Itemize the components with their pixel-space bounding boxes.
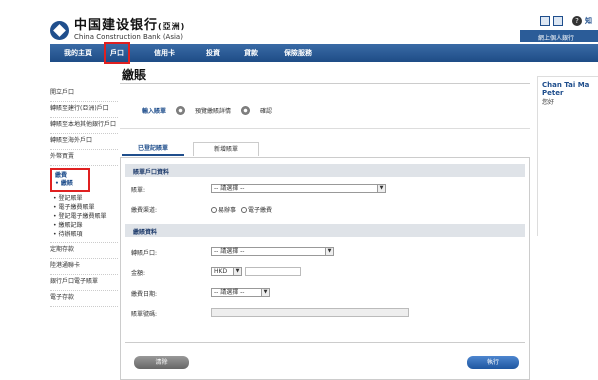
radio-e-payment[interactable] <box>240 207 247 213</box>
step-dot-icon <box>241 105 251 115</box>
step-input-bill: 輸入賬單 <box>142 107 167 115</box>
date-label: 繳費日期: <box>131 291 158 298</box>
sidebar-item-transfer-local[interactable]: 轉賬至本地其他銀行戶口 <box>50 118 118 134</box>
sidebar-payment-highlight: 繳費 • 繳賬 <box>50 168 90 192</box>
nav-credit-card[interactable]: 信用卡 <box>154 44 175 62</box>
sidebar-item-open-account[interactable]: 開立戶口 <box>50 86 118 102</box>
payment-form: 賬單戶口資料 賬單: -- 請選擇 -- ▼ 繳費渠道: 易辦事 電子繳費 繳賬… <box>120 157 530 380</box>
section-bill-account-heading: 賬單戶口資料 <box>125 164 525 177</box>
amount-label: 金額: <box>131 270 146 277</box>
account-select[interactable]: -- 請選擇 -- ▼ <box>211 247 334 256</box>
tab-new-bill[interactable]: 新增賬單 <box>193 142 259 156</box>
print-icon[interactable] <box>553 16 563 26</box>
font-size-icon[interactable] <box>540 16 550 26</box>
sidebar-item-link-card[interactable]: 陸港通聯卡 <box>50 259 118 275</box>
help-icon[interactable]: ? <box>572 16 582 26</box>
sidebar-item-transfer-ccb[interactable]: 轉賬至建行(亞洲)戶口 <box>50 102 118 118</box>
sidebar-item-e-deposit[interactable]: 電子存款 <box>50 291 118 307</box>
sidebar-item-payment-history[interactable]: 繳賬記錄 <box>50 221 118 230</box>
amount-input[interactable] <box>245 267 301 276</box>
title-divider <box>120 83 530 84</box>
currency-select-value: HKD <box>214 268 228 275</box>
radio-e-payment-label: 電子繳費 <box>247 207 272 214</box>
button-divider <box>125 342 525 343</box>
radio-eps-label: 易辦事 <box>218 207 237 214</box>
sidebar-item-e-bill[interactable]: 電子繳費賬單 <box>50 203 118 212</box>
step-dot-icon <box>176 105 186 115</box>
logo-english-name: China Construction Bank (Asia) <box>74 33 183 41</box>
channel-options: 易辦事 電子繳費 <box>211 205 272 214</box>
tab-registered-bills[interactable]: 已登記賬單 <box>122 142 184 156</box>
chevron-down-icon: ▼ <box>377 185 385 192</box>
clear-button[interactable]: 清除 <box>134 356 189 369</box>
bill-select[interactable]: -- 請選擇 -- ▼ <box>211 184 386 193</box>
bank-logo[interactable]: 中国建设银行(亞洲) China Construction Bank (Asia… <box>50 18 240 41</box>
radio-eps[interactable] <box>211 207 217 213</box>
bill-number-field <box>211 308 409 317</box>
bill-label: 賬單: <box>131 187 146 194</box>
logo-chinese-name: 中国建设银行(亞洲) <box>74 18 186 33</box>
nav-account[interactable]: 戶口 <box>104 42 130 64</box>
nav-my-home[interactable]: 我的主頁 <box>64 44 92 62</box>
chevron-down-icon: ▼ <box>261 289 269 296</box>
step-indicator: 輸入賬單 預覽繳賬詳情 確認 <box>122 96 529 124</box>
execute-button[interactable]: 執行 <box>467 356 519 369</box>
section-payment-info-heading: 繳賬資料 <box>125 224 525 237</box>
user-greeting: 您好 <box>542 99 555 106</box>
netbank-label: 網上個人銀行 <box>520 30 598 42</box>
chevron-down-icon: ▼ <box>233 268 241 275</box>
date-select-value: -- 請選擇 -- <box>214 289 245 296</box>
user-panel: Chan Tai Ma Peter 您好 <box>537 76 598 236</box>
sidebar-item-time-deposit[interactable]: 定期存款 <box>50 243 118 259</box>
step-preview: 預覽繳賬詳情 <box>195 107 232 115</box>
sidebar-item-pending[interactable]: 待辦賬項 <box>50 230 118 243</box>
sidebar-item-e-statement[interactable]: 銀行戶口電子賬單 <box>50 275 118 291</box>
top-right-tools: ? 知 <box>540 16 592 26</box>
date-select[interactable]: -- 請選擇 -- ▼ <box>211 288 270 297</box>
sidebar-item-register-bill[interactable]: 登記賬單 <box>50 194 118 203</box>
sidebar-item-transfer-overseas[interactable]: 轉賬至海外戶口 <box>50 134 118 150</box>
bill-select-value: -- 請選擇 -- <box>214 185 245 192</box>
ccb-logo-icon <box>50 20 69 40</box>
account-label: 轉賬戶口: <box>131 250 158 257</box>
user-name: Chan Tai Ma Peter <box>542 81 590 97</box>
main-nav: 我的主頁 戶口 信用卡 投資 貸款 保險服務 <box>50 42 598 64</box>
bill-number-label: 賬單號碼: <box>131 311 158 318</box>
currency-select[interactable]: HKD ▼ <box>211 267 242 276</box>
steps-divider <box>120 128 530 129</box>
nav-investment[interactable]: 投資 <box>206 44 220 62</box>
help-link[interactable]: 知 <box>585 16 592 26</box>
sidebar-item-pay-bill[interactable]: • 繳賬 <box>55 180 85 188</box>
chevron-down-icon: ▼ <box>325 248 333 255</box>
nav-loans[interactable]: 貸款 <box>244 44 258 62</box>
sidebar-item-register-e-bill[interactable]: 登記電子繳費賬單 <box>50 212 118 221</box>
step-confirm: 確認 <box>260 107 273 115</box>
sidebar-item-fx[interactable]: 外幣買賣 <box>50 150 118 166</box>
nav-insurance[interactable]: 保險服務 <box>284 44 312 62</box>
sidebar: 開立戶口 轉賬至建行(亞洲)戶口 轉賬至本地其他銀行戶口 轉賬至海外戶口 外幣買… <box>50 86 118 307</box>
sidebar-item-payment[interactable]: 繳費 <box>55 172 85 180</box>
channel-label: 繳費渠道: <box>131 207 158 214</box>
page-title: 繳賬 <box>122 68 147 82</box>
account-select-value: -- 請選擇 -- <box>214 248 245 255</box>
